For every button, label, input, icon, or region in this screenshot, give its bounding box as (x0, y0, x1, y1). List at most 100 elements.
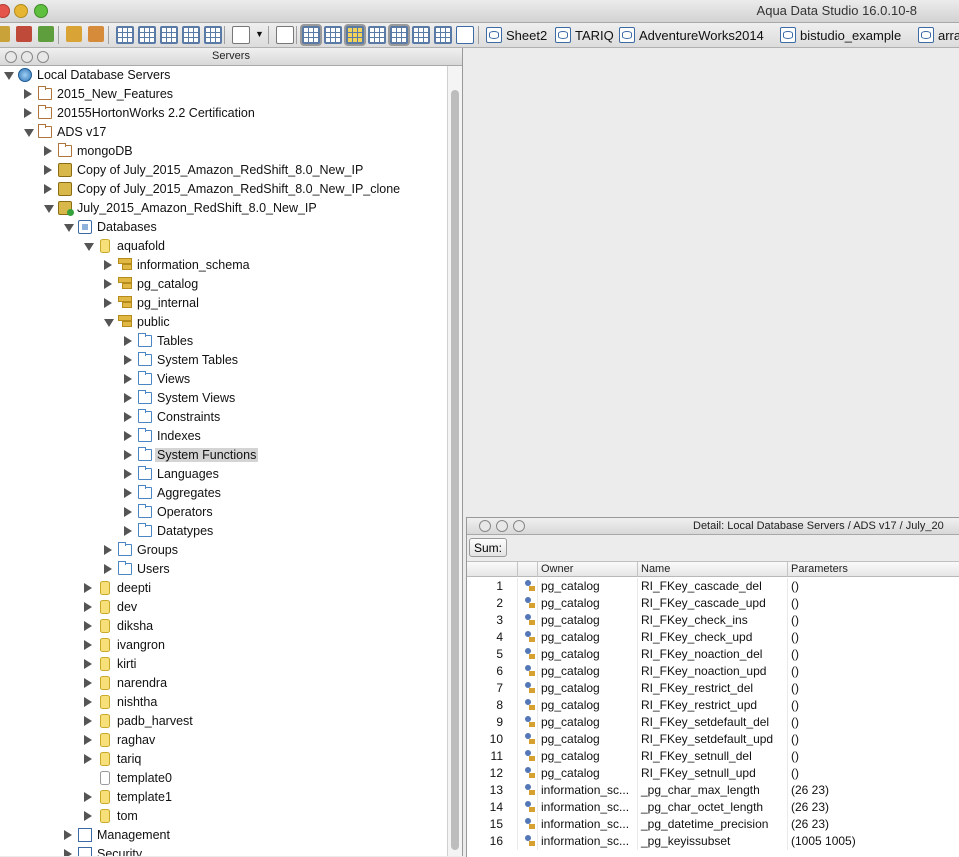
collapsed-arrow-icon[interactable] (124, 393, 132, 403)
table-row[interactable]: 4 pg_catalog RI_FKey_check_upd() (467, 629, 959, 646)
sum-button[interactable]: Sum: (469, 538, 508, 557)
tree-node[interactable]: padb_harvest (0, 712, 446, 731)
tree-scrollbar[interactable] (447, 66, 462, 856)
connection-tab-bistudio[interactable]: bistudio_example (780, 26, 901, 44)
tree-node[interactable]: kirti (0, 655, 446, 674)
tree-node[interactable]: Aggregates (0, 484, 446, 503)
layout-highlight-icon[interactable] (346, 26, 364, 44)
expanded-arrow-icon[interactable] (84, 243, 94, 251)
panel-minimize-button[interactable] (21, 51, 33, 63)
tree-node[interactable]: mongoDB (0, 142, 446, 161)
collapsed-arrow-icon[interactable] (124, 469, 132, 479)
layout-tiles-icon[interactable] (434, 26, 452, 44)
collapsed-arrow-icon[interactable] (84, 716, 92, 726)
collapsed-arrow-icon[interactable] (84, 811, 92, 821)
table-row[interactable]: 8 pg_catalog RI_FKey_restrict_upd() (467, 697, 959, 714)
collapsed-arrow-icon[interactable] (84, 583, 92, 593)
detail-minimize-button[interactable] (496, 520, 508, 532)
collapsed-arrow-icon[interactable] (104, 545, 112, 555)
tree-node[interactable]: Groups (0, 541, 446, 560)
collapsed-arrow-icon[interactable] (24, 108, 32, 118)
collapsed-arrow-icon[interactable] (84, 792, 92, 802)
expanded-arrow-icon[interactable] (4, 72, 14, 80)
tree-node[interactable]: System Functions (0, 446, 446, 465)
panel-close-button[interactable] (5, 51, 17, 63)
tree-node[interactable]: template1 (0, 788, 446, 807)
history-icon[interactable] (276, 26, 294, 44)
tree-node[interactable]: nishtha (0, 693, 446, 712)
tree-node[interactable]: pg_catalog (0, 275, 446, 294)
tree-node[interactable]: template0 (0, 769, 446, 788)
collapsed-arrow-icon[interactable] (84, 602, 92, 612)
find-icon[interactable] (160, 26, 178, 44)
schema-icon[interactable] (204, 26, 222, 44)
grid-header-parameters[interactable]: Parameters (788, 562, 959, 577)
table-row[interactable]: 13 information_sc... _pg_char_max_length (2… (467, 782, 959, 799)
detail-grid[interactable]: Owner Name Parameters 1 pg_catalog RI_FKey… (467, 562, 959, 857)
tree-node[interactable]: ivangron (0, 636, 446, 655)
tree-node[interactable]: Local Database Servers (0, 66, 446, 85)
collapsed-arrow-icon[interactable] (124, 431, 132, 441)
minimize-window-button[interactable] (14, 4, 28, 18)
tree-node[interactable]: Security (0, 845, 446, 856)
table-row[interactable]: 11 pg_catalog RI_FKey_setnull_del() (467, 748, 959, 765)
tree-node[interactable]: Datatypes (0, 522, 446, 541)
tree-node[interactable]: Databases (0, 218, 446, 237)
collapsed-arrow-icon[interactable] (84, 754, 92, 764)
connection-tab-arra[interactable]: arra (918, 26, 959, 44)
tree-node[interactable]: Users (0, 560, 446, 579)
connection-tab-tariq[interactable]: TARIQ (555, 26, 614, 44)
tree-node[interactable]: Operators (0, 503, 446, 522)
collapsed-arrow-icon[interactable] (104, 298, 112, 308)
query-analyzer-icon[interactable] (138, 26, 156, 44)
tree-node[interactable]: tariq (0, 750, 446, 769)
close-window-button[interactable] (0, 4, 10, 18)
collapsed-arrow-icon[interactable] (84, 640, 92, 650)
tree-node[interactable]: System Views (0, 389, 446, 408)
panel-maximize-button[interactable] (37, 51, 49, 63)
table-row[interactable]: 14 information_sc... _pg_char_octet_length… (467, 799, 959, 816)
query-window-icon[interactable] (116, 26, 134, 44)
collapsed-arrow-icon[interactable] (44, 184, 52, 194)
layout-split-icon[interactable] (324, 26, 342, 44)
collapsed-arrow-icon[interactable] (104, 564, 112, 574)
layout-list-icon[interactable] (412, 26, 430, 44)
collapsed-arrow-icon[interactable] (124, 526, 132, 536)
disconnect-icon[interactable] (88, 26, 104, 42)
table-row[interactable]: 5 pg_catalog RI_FKey_noaction_del() (467, 646, 959, 663)
collapsed-arrow-icon[interactable] (124, 336, 132, 346)
connect-icon[interactable] (66, 26, 82, 42)
unregister-server-icon[interactable] (16, 26, 32, 42)
collapsed-arrow-icon[interactable] (124, 412, 132, 422)
tree-node[interactable]: ADS v17 (0, 123, 446, 142)
tree-node[interactable]: Copy of July_2015_Amazon_RedShift_8.0_Ne… (0, 161, 446, 180)
connection-tab-adventureworks[interactable]: AdventureWorks2014 (619, 26, 764, 44)
tree-node[interactable]: Tables (0, 332, 446, 351)
connection-tab-sheet2[interactable]: Sheet2 (486, 26, 547, 44)
tree-node[interactable]: deepti (0, 579, 446, 598)
tree-node[interactable]: information_schema (0, 256, 446, 275)
collapsed-arrow-icon[interactable] (124, 507, 132, 517)
table-row[interactable]: 12 pg_catalog RI_FKey_setnull_upd() (467, 765, 959, 782)
table-row[interactable]: 10 pg_catalog RI_FKey_setdefault_upd() (467, 731, 959, 748)
collapsed-arrow-icon[interactable] (84, 621, 92, 631)
collapsed-arrow-icon[interactable] (64, 849, 72, 856)
compare-icon[interactable] (182, 26, 200, 44)
collapsed-arrow-icon[interactable] (104, 279, 112, 289)
table-row[interactable]: 9 pg_catalog RI_FKey_setdefault_del() (467, 714, 959, 731)
tree-node[interactable]: raghav (0, 731, 446, 750)
tree-node[interactable]: tom (0, 807, 446, 826)
script-icon[interactable] (232, 26, 250, 44)
server-tree[interactable]: Local Database Servers 2015_New_Features 2… (0, 66, 446, 856)
layout-grid-icon[interactable] (302, 26, 320, 44)
expanded-arrow-icon[interactable] (24, 129, 34, 137)
collapsed-arrow-icon[interactable] (64, 830, 72, 840)
collapsed-arrow-icon[interactable] (104, 260, 112, 270)
edit-server-icon[interactable] (38, 26, 54, 42)
grid-header-name[interactable]: Name (638, 562, 788, 577)
register-server-icon[interactable] (0, 26, 10, 42)
collapsed-arrow-icon[interactable] (84, 697, 92, 707)
collapsed-arrow-icon[interactable] (24, 89, 32, 99)
expanded-arrow-icon[interactable] (44, 205, 54, 213)
zoom-window-button[interactable] (34, 4, 48, 18)
